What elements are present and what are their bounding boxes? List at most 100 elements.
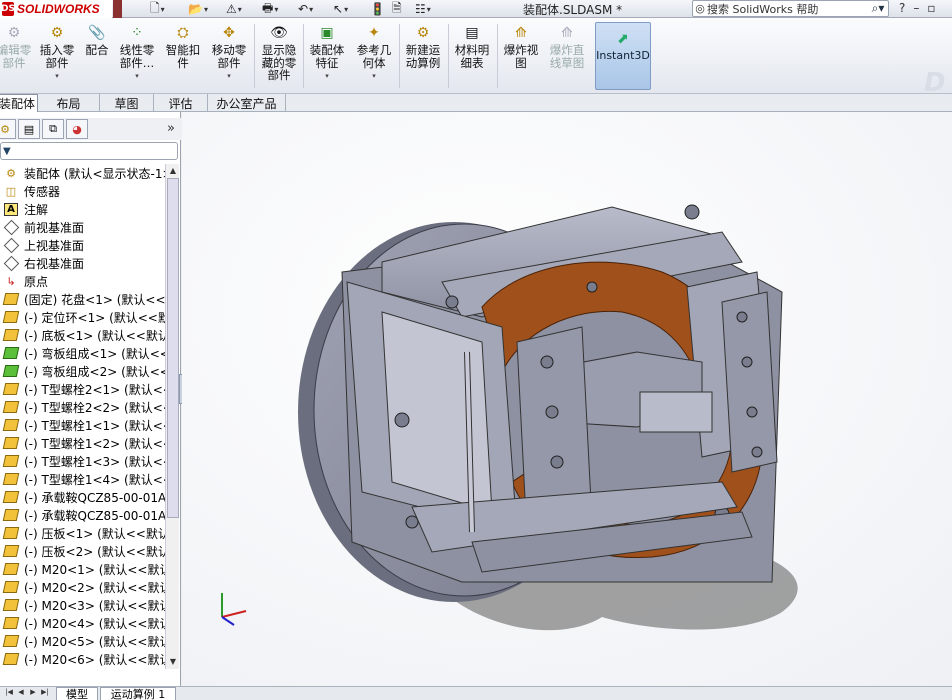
tree-root[interactable]: ⚙ 装配体 (默认<显示状态-1>)	[0, 164, 165, 182]
tree-item[interactable]: (-) 压板<2> (默认<<默认	[0, 542, 165, 560]
tree-item[interactable]: 右视基准面	[0, 254, 165, 272]
tree-item[interactable]: ↳ 原点	[0, 272, 165, 290]
property-manager-icon: ▤	[23, 122, 35, 136]
tab-office-products[interactable]: 办公室产品	[208, 94, 286, 112]
tree-item[interactable]: (-) 底板<1> (默认<<默认	[0, 326, 165, 344]
new-motion-study-button[interactable]: ⚙ 新建运 动算例	[402, 24, 444, 69]
tree-item[interactable]: (-) 弯板组成<1> (默认<<显	[0, 344, 165, 362]
chevron-down-icon[interactable]: ▾	[372, 70, 376, 83]
show-hidden-icon: 👁	[270, 24, 288, 41]
tree-item-label: (-) M20<6> (默认<<默认>	[24, 652, 165, 667]
smart-fasteners-button[interactable]: ⛭ 智能扣 件	[164, 24, 202, 69]
assembly-features-button[interactable]: ▣ 装配体 特征 ▾	[306, 24, 348, 83]
edit-component-label: 编辑零 部件	[0, 43, 32, 70]
mate-button[interactable]: 📎 配合	[82, 24, 112, 57]
instant3d-button[interactable]: ⬈ Instant3D	[595, 22, 651, 90]
tree-scrollbar[interactable]: ▲ ▼	[165, 164, 179, 669]
help-search-box[interactable]: ◎ 搜索 SolidWorks 帮助 ⌕▾	[692, 0, 889, 17]
chevron-down-icon[interactable]: ▾	[325, 70, 329, 83]
tree-item[interactable]: (-) M20<4> (默认<<默认>	[0, 614, 165, 632]
tree-item[interactable]: ◫ 传感器	[0, 182, 165, 200]
help-search-input[interactable]: 搜索 SolidWorks 帮助	[707, 1, 868, 17]
configuration-manager-tab[interactable]: ⧉	[42, 119, 64, 139]
scroll-down-icon[interactable]: ▼	[166, 655, 180, 669]
show-hidden-components-button[interactable]: 👁 显示隐 藏的零 部件	[258, 24, 300, 82]
help-icon[interactable]: ?	[899, 1, 905, 15]
solidworks-logo[interactable]: DS SOLIDWORKS	[0, 0, 112, 18]
tree-item[interactable]: (-) 压板<1> (默认<<默认	[0, 524, 165, 542]
exploded-view-button[interactable]: ⟰ 爆炸视 图	[500, 24, 542, 69]
tree-item[interactable]: (-) 定位环<1> (默认<<默	[0, 308, 165, 326]
new-doc-button[interactable]: 🗋 ▾	[150, 1, 165, 17]
tree-item[interactable]: (-) M20<5> (默认<<默认>	[0, 632, 165, 650]
tab-assembly[interactable]: 装配体	[0, 94, 38, 112]
tree-item[interactable]: (-) 承载鞍QCZ85-00-01A<	[0, 488, 165, 506]
tree-item[interactable]: (-) T型螺栓1<4> (默认<<	[0, 470, 165, 488]
tree-item[interactable]: 上视基准面	[0, 236, 165, 254]
explode-line-sketch-label: 爆炸直 线草图	[549, 43, 585, 70]
tree-item[interactable]: (-) M20<2> (默认<<默认>	[0, 578, 165, 596]
options-button[interactable]: ☷ ▾	[415, 1, 431, 17]
save-button[interactable]: ⚠ ▾	[226, 1, 242, 17]
chevron-down-icon: ▾	[160, 4, 165, 14]
menu-expand-arrow[interactable]	[113, 0, 122, 18]
tree-item[interactable]: (-) T型螺栓1<2> (默认<<	[0, 434, 165, 452]
tree-item[interactable]: (-) T型螺栓2<1> (默认<<	[0, 380, 165, 398]
bill-of-materials-button[interactable]: ▤ 材料明 细表	[451, 24, 493, 69]
solidworks-search-icon: ◎	[695, 2, 705, 15]
tree-item[interactable]: (-) T型螺栓2<2> (默认<<	[0, 398, 165, 416]
undo-button[interactable]: ↶ ▾	[298, 1, 313, 17]
linear-pattern-button[interactable]: ⁘ 线性零 部件… ▾	[116, 24, 158, 83]
tree-item-label: 原点	[24, 274, 49, 289]
scroll-up-icon[interactable]: ▲	[166, 164, 180, 178]
tree-item-label: 右视基准面	[24, 256, 85, 271]
tree-item[interactable]: 前视基准面	[0, 218, 165, 236]
scroll-thumb[interactable]	[167, 178, 179, 518]
print-button[interactable]: 🖶 ▾	[262, 1, 278, 17]
file-properties-button[interactable]: 🗎	[392, 1, 402, 17]
rebuild-button[interactable]: 🚦	[370, 1, 385, 17]
restore-icon[interactable]: ▫	[927, 1, 935, 15]
tab-model[interactable]: 模型	[56, 687, 98, 700]
graphics-viewport[interactable]: 🔍 🔎 ↩ ◧ ◨ ◩ 👓 ◉ ❂ ▦ ▭ ▫ ✕	[182, 112, 952, 686]
tree-filter-bar[interactable]: ▼	[0, 142, 178, 160]
bottom-tab-bar: |◀ ◀ ▶ ▶| 模型 运动算例 1	[0, 686, 952, 700]
search-icon[interactable]: ⌕▾	[868, 1, 888, 16]
move-component-button[interactable]: ✥ 移动零 部件 ▾	[209, 24, 249, 83]
tree-item[interactable]: (-) 弯板组成<2> (默认<<显	[0, 362, 165, 380]
chevron-down-icon[interactable]: ▾	[135, 70, 139, 83]
toolbar-separator	[399, 24, 400, 88]
tab-motion-study-1[interactable]: 运动算例 1	[100, 687, 176, 700]
insert-components-label: 插入零 部件	[39, 43, 75, 70]
feature-manager-tab[interactable]: ⚙	[0, 119, 16, 139]
tree-item[interactable]: (-) M20<3> (默认<<默认>	[0, 596, 165, 614]
display-manager-tab[interactable]: ◕	[66, 119, 88, 139]
tree-item[interactable]: A 注解	[0, 200, 165, 218]
tree-item[interactable]: (-) M20<6> (默认<<默认>	[0, 650, 165, 668]
chevron-down-icon[interactable]: ▾	[227, 70, 231, 83]
chevron-down-icon[interactable]: ▾	[55, 70, 59, 83]
open-button[interactable]: 📂 ▾	[188, 1, 208, 17]
edit-component-button[interactable]: ⚙ 编辑零 部件	[0, 24, 32, 69]
tree-item[interactable]: (-) M20<1> (默认<<默认>	[0, 560, 165, 578]
tab-sketch[interactable]: 草图	[100, 94, 154, 112]
tab-layout[interactable]: 布局	[38, 94, 100, 112]
insert-components-button[interactable]: ⚙ 插入零 部件 ▾	[38, 24, 76, 83]
reference-geometry-icon: ✦	[368, 24, 380, 41]
minimize-icon[interactable]: –	[913, 1, 919, 15]
tree-item[interactable]: (固定) 花盘<1> (默认<<默	[0, 290, 165, 308]
tree-item[interactable]: (-) T型螺栓1<3> (默认<<	[0, 452, 165, 470]
prev-tab-arrow-icon[interactable]: ◀	[16, 688, 26, 700]
select-button[interactable]: ↖ ▾	[333, 1, 348, 17]
assembly-model[interactable]	[182, 112, 952, 686]
explode-line-sketch-button[interactable]: ⟰ 爆炸直 线草图	[545, 24, 589, 69]
next-tab-arrow-icon[interactable]: ▶	[28, 688, 38, 700]
property-manager-tab[interactable]: ▤	[18, 119, 40, 139]
last-tab-arrow-icon[interactable]: ▶|	[40, 688, 50, 700]
tree-item[interactable]: (-) T型螺栓1<1> (默认<<	[0, 416, 165, 434]
first-tab-arrow-icon[interactable]: |◀	[4, 688, 14, 700]
tree-item[interactable]: (-) 承载鞍QCZ85-00-01A<	[0, 506, 165, 524]
expand-panel-icon[interactable]: »	[167, 121, 175, 136]
reference-geometry-button[interactable]: ✦ 参考几 何体 ▾	[353, 24, 395, 83]
tab-evaluate[interactable]: 评估	[154, 94, 208, 112]
